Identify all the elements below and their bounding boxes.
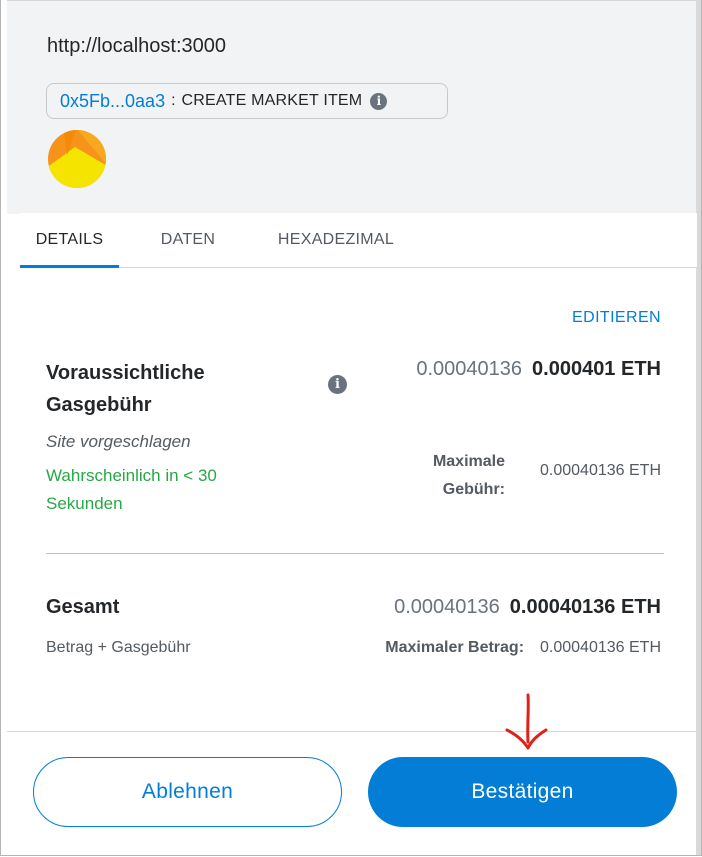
footer-divider <box>7 731 696 732</box>
contract-separator: : <box>171 92 176 109</box>
gas-info-icon[interactable]: i <box>328 375 347 394</box>
max-amount-value: 0.00040136 ETH <box>540 639 661 656</box>
contract-address[interactable]: 0x5Fb...0aa3 <box>60 91 165 112</box>
site-suggested-label: Site vorgeschlagen <box>46 432 191 451</box>
contract-method-pill[interactable]: 0x5Fb...0aa3 : CREATE MARKET ITEM i <box>46 83 448 119</box>
gas-timing-estimate: Wahrscheinlich in < 30 Sekunden <box>46 466 217 513</box>
confirm-button[interactable]: Bestätigen <box>368 757 677 827</box>
reject-button[interactable]: Ablehnen <box>33 757 342 827</box>
edit-gas-link[interactable]: EDITIEREN <box>572 309 661 327</box>
total-subtitle: Betrag + Gasgebühr <box>46 639 191 656</box>
max-amount: Maximaler Betrag: 0.00040136 ETH <box>385 639 661 657</box>
confirm-transaction-window: http://localhost:3000 0x5Fb...0aa3 : CRE… <box>0 0 702 856</box>
contract-method-name: CREATE MARKET ITEM <box>181 92 363 109</box>
total-values: 0.00040136 0.00040136 ETH <box>394 596 661 619</box>
gas-fee-primary: 0.000401 ETH <box>532 358 661 380</box>
total-title: Gesamt <box>46 596 120 618</box>
total-secondary: 0.00040136 <box>394 596 500 618</box>
tab-details[interactable]: DETAILS <box>20 213 119 268</box>
account-avatar-icon <box>48 130 106 188</box>
annotation-arrow-icon <box>505 693 548 750</box>
estimated-gas-fee-title: Voraussichtliche Gasgebühr <box>46 362 205 416</box>
max-fee-value: 0.00040136 ETH <box>540 462 661 479</box>
transaction-header: http://localhost:3000 0x5Fb...0aa3 : CRE… <box>7 0 696 214</box>
info-icon[interactable]: i <box>370 92 388 110</box>
gas-fee-secondary: 0.00040136 <box>416 358 523 380</box>
tab-bar: DETAILS DATEN HEXADEZIMAL <box>20 213 697 268</box>
section-divider <box>46 553 664 554</box>
tab-hexadecimal[interactable]: HEXADEZIMAL <box>266 213 406 267</box>
max-amount-label: Maximaler Betrag: <box>385 639 525 656</box>
gas-fee-values: 0.00040136 0.000401 ETH <box>416 358 661 381</box>
window-edge <box>696 0 701 855</box>
site-origin: http://localhost:3000 <box>47 35 227 57</box>
max-fee-label: Maximale Gebühr: <box>432 453 505 498</box>
tab-data[interactable]: DATEN <box>152 213 224 267</box>
total-primary: 0.00040136 ETH <box>509 596 661 618</box>
